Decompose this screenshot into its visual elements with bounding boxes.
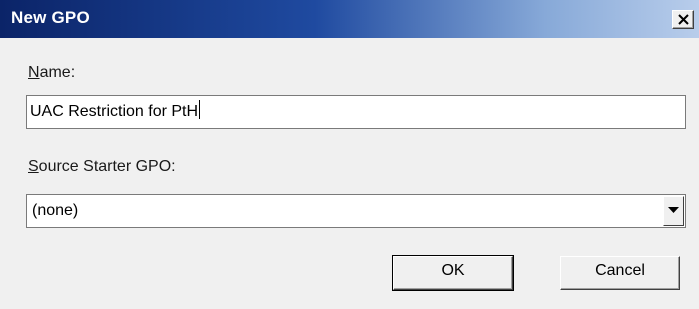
source-label-text: ource Starter GPO:: [38, 158, 176, 175]
dropdown-button[interactable]: [663, 196, 684, 226]
name-input[interactable]: UAC Restriction for PtH: [26, 95, 686, 129]
new-gpo-dialog: New GPO Name: UAC Restriction for PtH So…: [0, 0, 699, 309]
cancel-button[interactable]: Cancel: [560, 256, 680, 290]
source-starter-gpo-select[interactable]: (none): [26, 194, 686, 228]
close-button[interactable]: [672, 10, 694, 29]
name-label-mnemonic: N: [28, 64, 40, 81]
name-label: Name:: [28, 64, 75, 82]
window-title: New GPO: [11, 8, 90, 27]
name-input-value: UAC Restriction for PtH: [30, 103, 199, 120]
name-label-text: ame:: [39, 64, 76, 81]
chevron-down-icon: [668, 207, 679, 213]
source-label-mnemonic: S: [28, 158, 39, 175]
close-icon: [678, 14, 689, 25]
text-caret: [199, 100, 201, 119]
ok-button[interactable]: OK: [392, 255, 514, 291]
title-bar[interactable]: New GPO: [0, 0, 699, 38]
source-selected-value: (none): [32, 202, 79, 219]
source-starter-gpo-label: Source Starter GPO:: [28, 158, 176, 176]
